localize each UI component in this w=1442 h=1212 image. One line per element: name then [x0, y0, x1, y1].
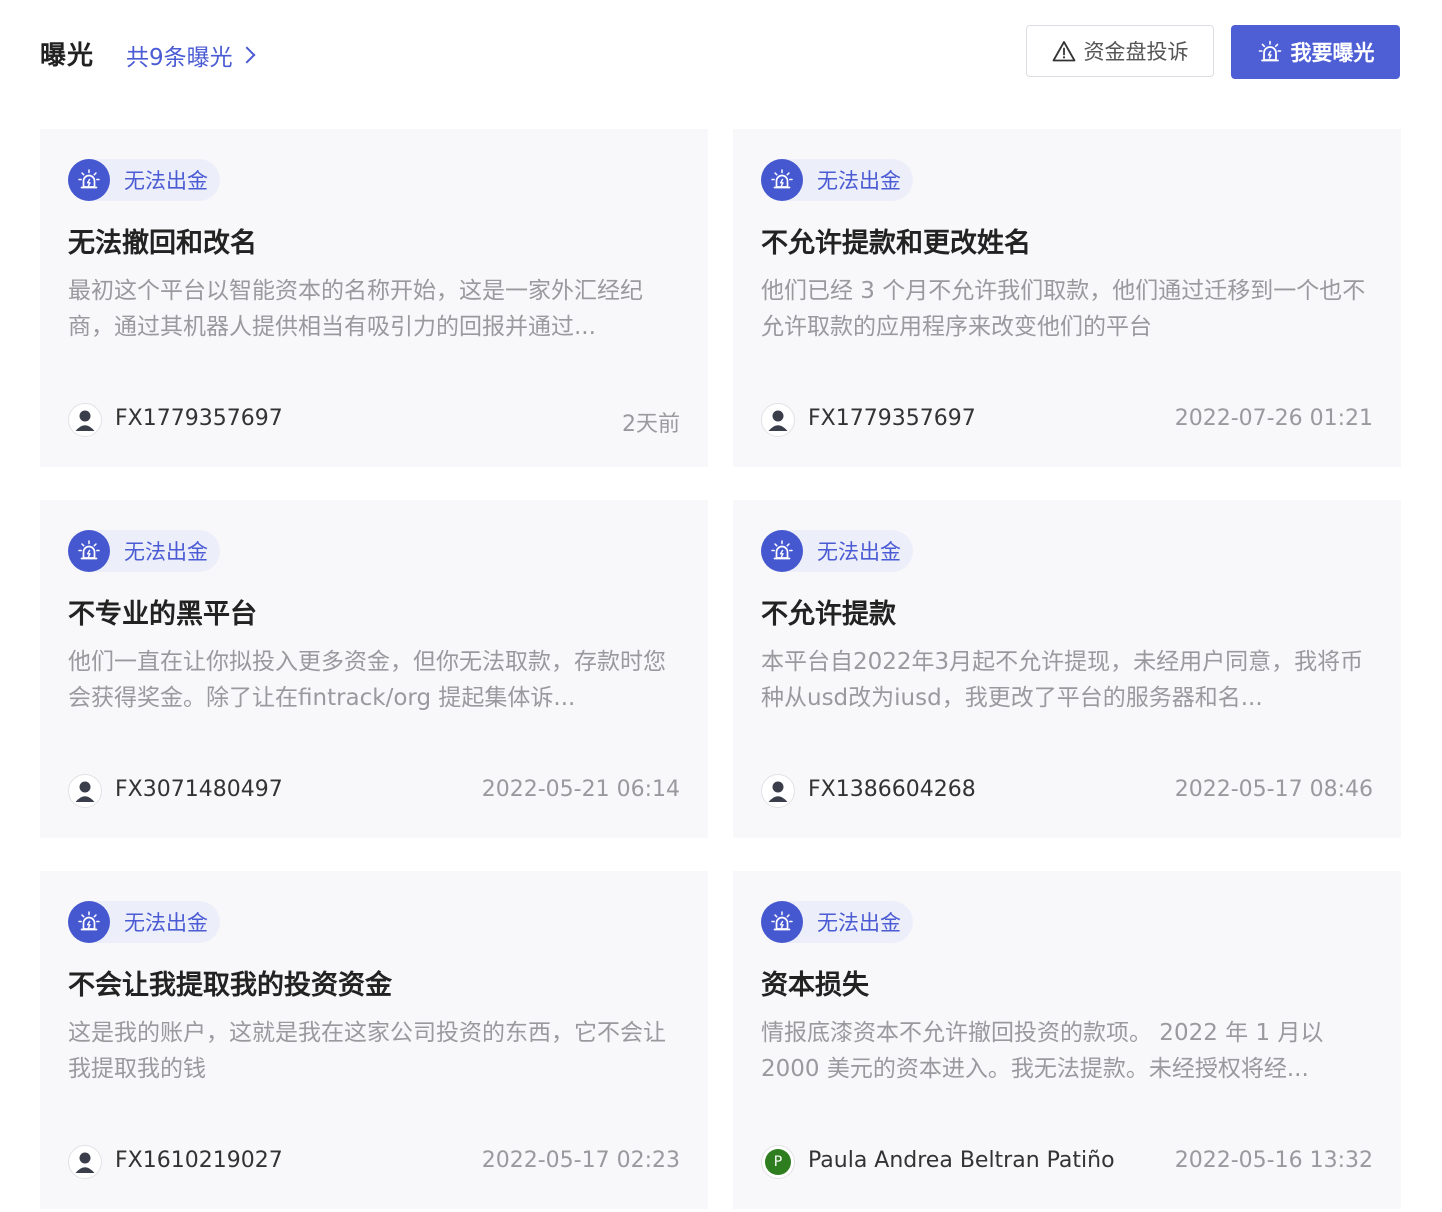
alarm-icon	[761, 530, 803, 572]
username: FX1610219027	[115, 1148, 283, 1173]
category-tag-label: 无法出金	[817, 911, 901, 935]
category-tag-label: 无法出金	[124, 169, 208, 193]
expose-button-label: 我要曝光	[1290, 41, 1375, 65]
user-icon	[75, 1152, 95, 1173]
category-tag: 无法出金	[68, 530, 220, 572]
expose-button[interactable]: 我要曝光	[1231, 25, 1400, 79]
category-tag: 无法出金	[68, 159, 220, 201]
card-title: 资本损失	[761, 970, 869, 1001]
category-tag-label: 无法出金	[817, 169, 901, 193]
exposure-card[interactable]: 无法出金 不专业的黑平台 他们一直在让你拟投入更多资金，但你无法取款，存款时您会…	[40, 500, 708, 838]
card-footer: FX1610219027 2022-05-17 02:23	[68, 1145, 680, 1181]
user-icon	[768, 410, 788, 431]
card-title: 无法撤回和改名	[68, 228, 257, 259]
complaint-button-label: 资金盘投诉	[1083, 40, 1189, 64]
username: FX1779357697	[115, 406, 283, 431]
exposure-card[interactable]: 无法出金 不允许提款和更改姓名 他们已经 3 个月不允许我们取款，他们通过迁移到…	[733, 129, 1401, 467]
timestamp: 2022-05-17 02:23	[481, 1148, 680, 1173]
username: FX1779357697	[808, 406, 976, 431]
category-tag: 无法出金	[761, 159, 913, 201]
exposure-card[interactable]: 无法出金 不会让我提取我的投资资金 这是我的账户，这就是我在这家公司投资的东西，…	[40, 871, 708, 1209]
card-footer: P Paula Andrea Beltran Patiño 2022-05-16…	[761, 1145, 1373, 1181]
timestamp: 2天前	[622, 412, 680, 437]
alarm-icon	[761, 159, 803, 201]
alarm-icon	[68, 901, 110, 943]
category-tag-label: 无法出金	[124, 911, 208, 935]
card-footer: FX1779357697 2天前	[68, 403, 680, 439]
card-description: 这是我的账户，这就是我在这家公司投资的东西，它不会让我提取我的钱	[68, 1020, 666, 1082]
exposure-count-link[interactable]: 共9条曝光	[126, 38, 256, 72]
card-footer: FX1779357697 2022-07-26 01:21	[761, 403, 1373, 439]
exposure-card[interactable]: 无法出金 无法撤回和改名 最初这个平台以智能资本的名称开始，这是一家外汇经纪商，…	[40, 129, 708, 467]
card-title: 不允许提款和更改姓名	[761, 228, 1031, 259]
warning-icon	[1052, 41, 1075, 62]
page: 曝光 共9条曝光 资金盘投诉 我要曝光 无法出金 无法撤回和改名 最初这个平台以…	[0, 0, 1442, 1212]
alarm-icon	[761, 901, 803, 943]
chevron-right-icon	[238, 46, 256, 64]
exposure-count-label: 共9条曝光	[126, 45, 233, 71]
timestamp: 2022-07-26 01:21	[1174, 406, 1373, 431]
user-icon	[768, 781, 788, 802]
card-description: 本平台自2022年3月起不允许提现，未经用户同意，我将币种从usd改为iusd，…	[761, 649, 1364, 711]
card-description: 他们已经 3 个月不允许我们取款，他们通过迁移到一个也不允许取款的应用程序来改变…	[761, 278, 1366, 340]
user-avatar	[761, 774, 795, 808]
timestamp: 2022-05-21 06:14	[481, 777, 680, 802]
header: 曝光 共9条曝光 资金盘投诉 我要曝光	[40, 24, 1400, 80]
user-avatar	[68, 774, 102, 808]
user-avatar	[761, 403, 795, 437]
alarm-icon	[68, 159, 110, 201]
username: Paula Andrea Beltran Patiño	[808, 1148, 1115, 1173]
category-tag: 无法出金	[761, 901, 913, 943]
user-avatar	[68, 1145, 102, 1179]
username: FX1386604268	[808, 777, 976, 802]
page-title: 曝光	[40, 41, 95, 71]
user-avatar	[68, 403, 102, 437]
avatar-letter: P	[765, 1149, 791, 1175]
user-avatar: P	[761, 1145, 795, 1179]
timestamp: 2022-05-17 08:46	[1174, 777, 1373, 802]
username: FX3071480497	[115, 777, 283, 802]
card-title: 不允许提款	[761, 599, 896, 630]
card-description: 他们一直在让你拟投入更多资金，但你无法取款，存款时您会获得奖金。除了让在fint…	[68, 649, 666, 711]
card-footer: FX1386604268 2022-05-17 08:46	[761, 774, 1373, 810]
user-icon	[75, 781, 95, 802]
exposure-card[interactable]: 无法出金 资本损失 情报底漆资本不允许撤回投资的款项。 2022 年 1 月以 …	[733, 871, 1401, 1209]
user-icon	[75, 410, 95, 431]
complaint-button[interactable]: 资金盘投诉	[1026, 25, 1214, 77]
card-title: 不专业的黑平台	[68, 599, 257, 630]
card-footer: FX3071480497 2022-05-21 06:14	[68, 774, 680, 810]
card-description: 情报底漆资本不允许撤回投资的款项。 2022 年 1 月以 2000 美元的资本…	[761, 1020, 1324, 1082]
timestamp: 2022-05-16 13:32	[1174, 1148, 1373, 1173]
alarm-icon	[1258, 40, 1281, 62]
category-tag-label: 无法出金	[124, 540, 208, 564]
card-title: 不会让我提取我的投资资金	[68, 970, 392, 1001]
category-tag: 无法出金	[68, 901, 220, 943]
exposure-card[interactable]: 无法出金 不允许提款 本平台自2022年3月起不允许提现，未经用户同意，我将币种…	[733, 500, 1401, 838]
card-description: 最初这个平台以智能资本的名称开始，这是一家外汇经纪商，通过其机器人提供相当有吸引…	[68, 278, 643, 340]
alarm-icon	[68, 530, 110, 572]
category-tag-label: 无法出金	[817, 540, 901, 564]
category-tag: 无法出金	[761, 530, 913, 572]
